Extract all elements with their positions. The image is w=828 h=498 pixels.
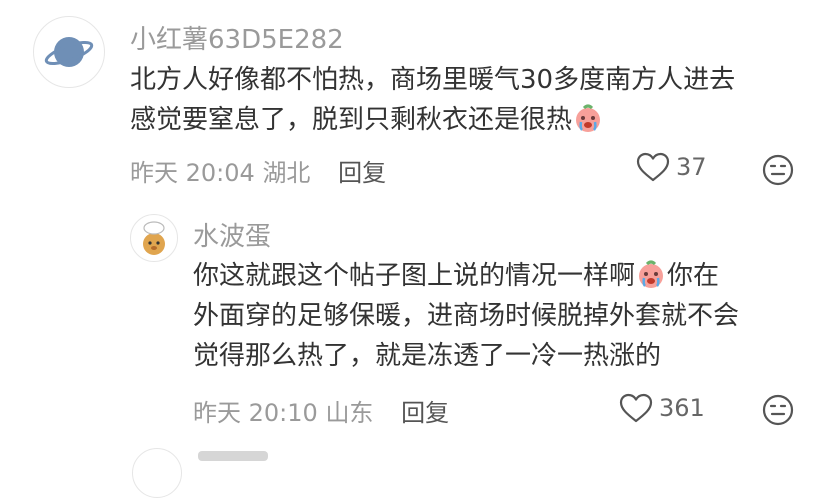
comment-location: 山东 bbox=[325, 399, 374, 427]
comment-time: 昨天 20:04 bbox=[130, 159, 255, 187]
avatar[interactable] bbox=[33, 16, 105, 88]
comment-text-line: 感觉要窒息了，脱到只剩秋衣还是很热 bbox=[130, 100, 735, 140]
comment-meta: 昨天 20:10 山东 回复 bbox=[193, 393, 449, 428]
emoji-reaction-icon[interactable] bbox=[761, 153, 795, 187]
comment-item: 小红薯63D5E282 北方人好像都不怕热，商场里暖气30多度南方人进去 感觉要… bbox=[0, 0, 828, 200]
crying-face-emoji bbox=[639, 260, 664, 288]
comment-text-line: 你这就跟这个帖子图上说的情况一样啊 你在 bbox=[193, 256, 739, 296]
comment-text: 你这就跟这个帖子图上说的情况一样啊 你在 外面穿的足够保暖，进商场时候脱掉外套就… bbox=[193, 256, 739, 376]
comment-text: 北方人好像都不怕热，商场里暖气30多度南方人进去 感觉要窒息了，脱到只剩秋衣还是… bbox=[130, 60, 735, 140]
comment-text-line: 北方人好像都不怕热，商场里暖气30多度南方人进去 bbox=[130, 65, 736, 95]
reply-comment-item: 水波蛋 你这就跟这个帖子图上说的情况一样啊 你在 外面穿的足够保暖，进商场时候脱… bbox=[0, 200, 828, 450]
reply-button[interactable]: 回复 bbox=[338, 159, 386, 187]
like-count: 37 bbox=[676, 153, 707, 181]
emoji-reaction-icon[interactable] bbox=[761, 393, 795, 427]
comment-author-placeholder bbox=[198, 451, 268, 461]
comment-text-segment: 感觉要窒息了，脱到只剩秋衣还是很热 bbox=[130, 105, 573, 135]
comment-text-line: 外面穿的足够保暖，进商场时候脱掉外套就不会 bbox=[193, 301, 740, 331]
comment-text-line: 觉得那么热了，就是冻透了一冷一热涨的 bbox=[193, 341, 662, 371]
avatar[interactable] bbox=[130, 214, 178, 262]
like-button[interactable]: 361 bbox=[619, 393, 705, 423]
crying-face-emoji bbox=[576, 104, 601, 132]
like-button[interactable]: 37 bbox=[636, 152, 707, 182]
comment-text-segment: 你在 bbox=[667, 261, 720, 291]
avatar[interactable] bbox=[132, 448, 182, 498]
chef-dog-icon bbox=[143, 221, 165, 255]
comment-time: 昨天 20:10 bbox=[193, 399, 318, 427]
reply-button[interactable]: 回复 bbox=[401, 399, 449, 427]
comment-text-segment: 你这就跟这个帖子图上说的情况一样啊 bbox=[193, 261, 636, 291]
planet-icon bbox=[44, 37, 94, 67]
heart-icon bbox=[636, 152, 670, 182]
comment-author[interactable]: 小红薯63D5E282 bbox=[130, 19, 344, 56]
like-count: 361 bbox=[659, 394, 705, 422]
heart-icon bbox=[619, 393, 653, 423]
comment-meta: 昨天 20:04 湖北 回复 bbox=[130, 153, 386, 188]
comment-author[interactable]: 水波蛋 bbox=[193, 216, 271, 253]
comment-location: 湖北 bbox=[262, 159, 311, 187]
